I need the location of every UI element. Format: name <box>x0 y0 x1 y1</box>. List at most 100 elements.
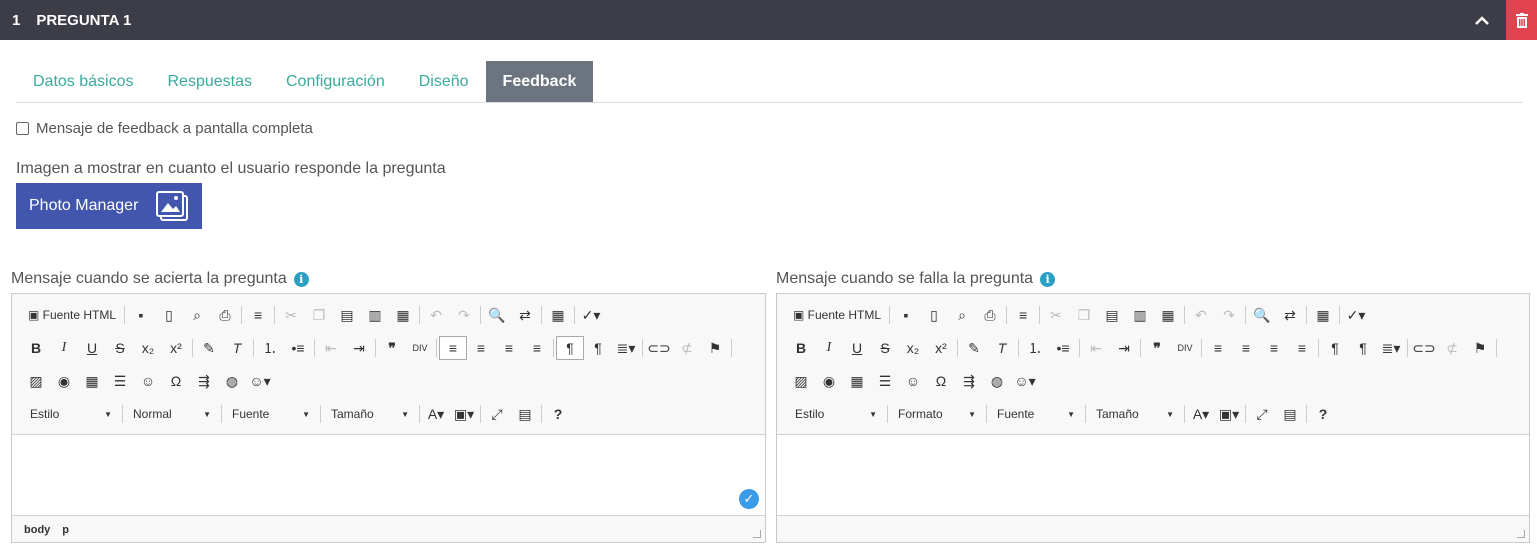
align-center-icon[interactable]: ≡ <box>1232 336 1260 360</box>
size-select[interactable]: Tamaño ▼ <box>323 403 417 425</box>
tab-feedback[interactable]: Feedback <box>485 61 594 102</box>
path-p[interactable]: p <box>62 524 69 536</box>
find-icon[interactable]: 🔍 <box>1248 303 1276 327</box>
fullscreen-checkbox[interactable] <box>16 122 29 135</box>
bg-color-icon[interactable]: ▣▾ <box>1215 402 1243 426</box>
rtl-icon[interactable]: ¶ <box>1349 336 1377 360</box>
size-select[interactable]: Tamaño ▼ <box>1088 403 1182 425</box>
align-center-icon[interactable]: ≡ <box>467 336 495 360</box>
cut-icon[interactable]: ✂ <box>277 303 305 327</box>
italic-icon[interactable]: I <box>815 336 843 360</box>
bulleted-list-icon[interactable]: •≡ <box>284 336 312 360</box>
source-html-button[interactable]: ▣ Fuente HTML <box>787 303 887 327</box>
image-icon[interactable]: ▨ <box>787 369 815 393</box>
horizontal-line-icon[interactable]: ☰ <box>871 369 899 393</box>
show-blocks-icon[interactable]: ▤ <box>1276 402 1304 426</box>
underline-icon[interactable]: U <box>78 336 106 360</box>
path-body[interactable]: body <box>24 524 50 536</box>
language-icon[interactable]: ≣▾ <box>1377 336 1405 360</box>
help-icon[interactable]: ? <box>1309 402 1337 426</box>
rtl-icon[interactable]: ¶ <box>584 336 612 360</box>
tab-datos-basicos[interactable]: Datos básicos <box>16 61 151 102</box>
blockquote-icon[interactable]: ❞ <box>378 336 406 360</box>
indent-icon[interactable]: ⇥ <box>1110 336 1138 360</box>
tab-respuestas[interactable]: Respuestas <box>151 61 270 102</box>
maximize-icon[interactable]: ⤢ <box>1248 402 1276 426</box>
copy-format-icon[interactable]: ✎ <box>960 336 988 360</box>
help-icon[interactable]: ? <box>544 402 572 426</box>
find-icon[interactable]: 🔍 <box>483 303 511 327</box>
smiley-icon[interactable]: ☺ <box>134 369 162 393</box>
bold-icon[interactable]: B <box>22 336 50 360</box>
strikethrough-icon[interactable]: S <box>106 336 134 360</box>
save-icon[interactable]: ▪ <box>892 303 920 327</box>
select-all-icon[interactable]: ▦ <box>544 303 572 327</box>
superscript-icon[interactable]: x² <box>162 336 190 360</box>
resize-grip-icon[interactable] <box>1517 530 1525 538</box>
numbered-list-icon[interactable]: ⒈ <box>256 336 284 360</box>
replace-icon[interactable]: ⇄ <box>1276 303 1304 327</box>
editor-content-area[interactable]: ✓ <box>12 435 765 516</box>
new-page-icon[interactable]: ▯ <box>920 303 948 327</box>
spellcheck-check-icon[interactable]: ✓ <box>739 489 759 509</box>
justify-icon[interactable]: ≡ <box>523 336 551 360</box>
redo-icon[interactable]: ↷ <box>450 303 478 327</box>
link-icon[interactable]: ⊂⊃ <box>1410 336 1438 360</box>
print-icon[interactable]: ⎙ <box>976 303 1004 327</box>
preview-icon[interactable]: ⌕ <box>948 303 976 327</box>
bold-icon[interactable]: B <box>787 336 815 360</box>
print-icon[interactable]: ⎙ <box>211 303 239 327</box>
copy-icon[interactable]: ❐ <box>305 303 333 327</box>
underline-icon[interactable]: U <box>843 336 871 360</box>
save-icon[interactable]: ▪ <box>127 303 155 327</box>
special-char-icon[interactable]: Ω <box>927 369 955 393</box>
new-page-icon[interactable]: ▯ <box>155 303 183 327</box>
indent-icon[interactable]: ⇥ <box>345 336 373 360</box>
flash-icon[interactable]: ◉ <box>50 369 78 393</box>
style-select[interactable]: Estilo ▼ <box>22 403 120 425</box>
align-left-icon[interactable]: ≡ <box>439 336 467 360</box>
tab-configuracion[interactable]: Configuración <box>269 61 402 102</box>
undo-icon[interactable]: ↶ <box>1187 303 1215 327</box>
editor-content-area[interactable] <box>777 435 1529 516</box>
div-container-icon[interactable]: DIV <box>406 336 434 360</box>
outdent-icon[interactable]: ⇤ <box>1082 336 1110 360</box>
align-right-icon[interactable]: ≡ <box>495 336 523 360</box>
emoji-icon[interactable]: ☺▾ <box>1011 369 1039 393</box>
bulleted-list-icon[interactable]: •≡ <box>1049 336 1077 360</box>
paste-text-icon[interactable]: ▥ <box>361 303 389 327</box>
link-icon[interactable]: ⊂⊃ <box>645 336 673 360</box>
text-color-icon[interactable]: A▾ <box>1187 402 1215 426</box>
copy-icon[interactable]: ❐ <box>1070 303 1098 327</box>
image-icon[interactable]: ▨ <box>22 369 50 393</box>
delete-trash-icon[interactable] <box>1506 0 1537 40</box>
tab-diseno[interactable]: Diseño <box>402 61 486 102</box>
blockquote-icon[interactable]: ❞ <box>1143 336 1171 360</box>
style-select[interactable]: Estilo ▼ <box>787 403 885 425</box>
emoji-icon[interactable]: ☺▾ <box>246 369 274 393</box>
maximize-icon[interactable]: ⤢ <box>483 402 511 426</box>
table-icon[interactable]: ▦ <box>843 369 871 393</box>
subscript-icon[interactable]: x₂ <box>134 336 162 360</box>
special-char-icon[interactable]: Ω <box>162 369 190 393</box>
info-icon[interactable]: i <box>1040 271 1056 287</box>
spellcheck-icon[interactable]: ✓▾ <box>577 303 605 327</box>
collapse-chevron-up-icon[interactable] <box>1471 9 1493 31</box>
preview-icon[interactable]: ⌕ <box>183 303 211 327</box>
format-select[interactable]: Formato ▼ <box>890 403 984 425</box>
format-select[interactable]: Normal ▼ <box>125 403 219 425</box>
superscript-icon[interactable]: x² <box>927 336 955 360</box>
anchor-flag-icon[interactable]: ⚑ <box>1466 336 1494 360</box>
font-select[interactable]: Fuente ▼ <box>224 403 318 425</box>
paste-icon[interactable]: ▤ <box>333 303 361 327</box>
outdent-icon[interactable]: ⇤ <box>317 336 345 360</box>
numbered-list-icon[interactable]: ⒈ <box>1021 336 1049 360</box>
paste-icon[interactable]: ▤ <box>1098 303 1126 327</box>
anchor-flag-icon[interactable]: ⚑ <box>701 336 729 360</box>
spellcheck-icon[interactable]: ✓▾ <box>1342 303 1370 327</box>
div-container-icon[interactable]: DIV <box>1171 336 1199 360</box>
redo-icon[interactable]: ↷ <box>1215 303 1243 327</box>
font-select[interactable]: Fuente ▼ <box>989 403 1083 425</box>
unlink-icon[interactable]: ⊄ <box>1438 336 1466 360</box>
paste-word-icon[interactable]: ▦ <box>389 303 417 327</box>
